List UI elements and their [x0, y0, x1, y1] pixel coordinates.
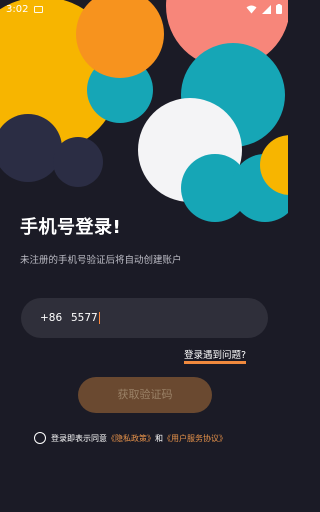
agreement-row: 登录即表示同意 《隐私政策》 和 《用户服务协议》	[34, 432, 227, 444]
country-code[interactable]: +86	[40, 312, 71, 324]
terms-of-service-link[interactable]: 《用户服务协议》	[163, 433, 227, 444]
page-subtitle: 未注册的手机号验证后将自动创建账户	[20, 255, 182, 266]
agreement-prefix: 登录即表示同意	[51, 433, 107, 443]
status-time: 3:02	[6, 3, 29, 15]
status-icons	[246, 4, 282, 14]
text-cursor	[98, 312, 100, 324]
login-help-link[interactable]: 登录遇到问题?	[184, 351, 247, 364]
wifi-icon	[246, 5, 257, 13]
phone-input[interactable]: +86 5577	[21, 298, 268, 338]
signal-icon	[262, 4, 271, 14]
phone-number-field[interactable]: 5577	[71, 312, 100, 324]
page-title: 手机号登录!	[20, 217, 122, 238]
get-code-button[interactable]: 获取验证码	[78, 377, 212, 413]
navy-circle-small	[53, 137, 103, 187]
battery-icon	[276, 4, 282, 14]
privacy-policy-link[interactable]: 《隐私政策》	[107, 433, 155, 444]
phone-number-value: 5577	[71, 312, 98, 324]
agree-checkbox[interactable]	[34, 432, 46, 444]
decorative-circles	[0, 0, 288, 222]
status-bar: 3:02	[0, 0, 288, 18]
agreement-and: 和	[155, 433, 163, 443]
notification-icon	[34, 5, 44, 13]
